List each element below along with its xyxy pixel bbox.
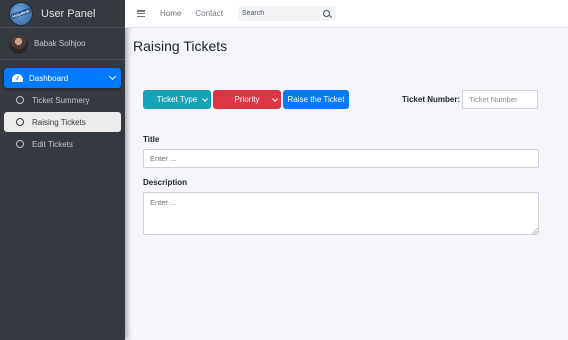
- user-name[interactable]: Babak Solhjoo: [34, 39, 86, 48]
- circle-icon: [16, 140, 24, 148]
- search-icon[interactable]: [322, 10, 330, 17]
- search-box: [237, 6, 336, 21]
- button-label: Priority: [234, 95, 260, 104]
- brand-title: User Panel: [41, 7, 96, 20]
- sidebar: Helpdesk User Panel Babak Solhjoo Dashbo…: [0, 0, 125, 340]
- sidebar-item-ticket-summery[interactable]: Ticket Summery: [4, 90, 121, 110]
- circle-icon: [16, 118, 24, 126]
- button-label: Ticket Type: [156, 95, 198, 104]
- dashboard-icon: [12, 74, 23, 82]
- sidebar-item-edit-tickets[interactable]: Edit Tickets: [4, 134, 121, 154]
- sidebar-item-label: Dashboard: [29, 73, 69, 83]
- brand-link[interactable]: Helpdesk User Panel: [0, 0, 125, 28]
- avatar: [10, 35, 27, 52]
- sidebar-item-label: Ticket Summery: [32, 95, 90, 105]
- description-label: Description: [143, 178, 188, 187]
- circle-icon: [16, 96, 24, 104]
- sidebar-nav: Dashboard Ticket Summery Raising Tickets…: [0, 60, 125, 154]
- caret-down-icon: [202, 96, 208, 102]
- title-input[interactable]: [143, 149, 539, 168]
- priority-dropdown[interactable]: Priority: [213, 90, 281, 109]
- sidebar-item-label: Edit Tickets: [32, 139, 73, 149]
- user-panel[interactable]: Babak Solhjoo: [0, 28, 125, 60]
- menu-icon[interactable]: [137, 10, 145, 17]
- ticket-number-input[interactable]: [462, 90, 538, 109]
- nav-link-contact[interactable]: Contact: [195, 9, 223, 18]
- chevron-down-icon: [108, 72, 117, 81]
- title-label: Title: [143, 135, 160, 144]
- sidebar-item-label: Raising Tickets: [32, 117, 86, 127]
- description-textarea[interactable]: [143, 192, 539, 235]
- caret-down-icon: [272, 96, 278, 102]
- sidebar-item-dashboard[interactable]: Dashboard: [4, 68, 121, 88]
- top-navbar: Home Contact: [125, 0, 568, 28]
- raise-ticket-button[interactable]: Raise the Ticket: [283, 90, 349, 109]
- nav-link-home[interactable]: Home: [160, 9, 181, 18]
- search-input[interactable]: [237, 10, 318, 17]
- sidebar-item-raising-tickets[interactable]: Raising Tickets: [4, 112, 121, 132]
- ticket-type-dropdown[interactable]: Ticket Type: [143, 90, 211, 109]
- brand-logo: Helpdesk: [10, 2, 32, 25]
- resize-handle-icon[interactable]: [532, 228, 538, 234]
- page-title: Raising Tickets: [133, 38, 228, 54]
- ticket-number-label: Ticket Number:: [402, 95, 461, 104]
